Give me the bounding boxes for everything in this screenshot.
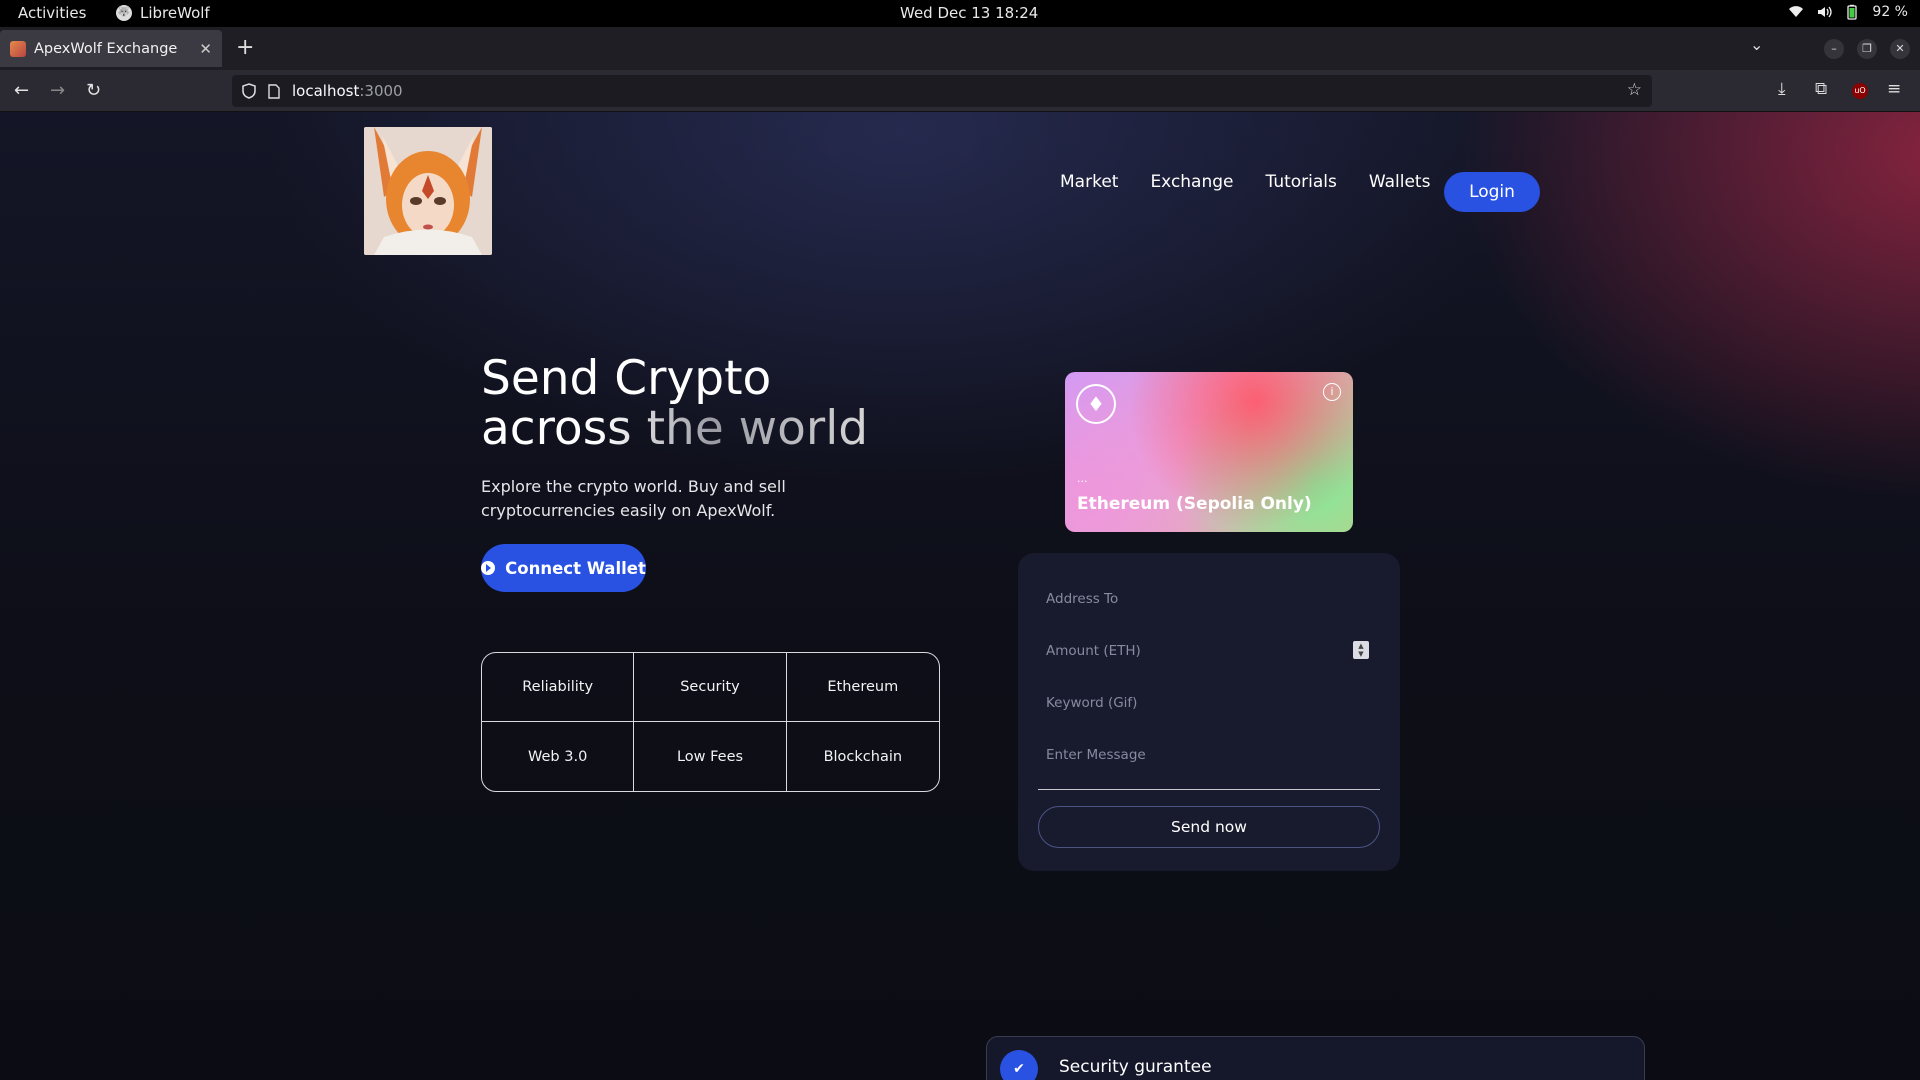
hero-title-line2: across the world [481,401,869,456]
list-tabs-chevron-icon[interactable]: ⌄ [1750,35,1763,54]
wolf-avatar-image [364,127,492,255]
webpage: Market Exchange Tutorials Wallets Login … [0,112,1920,1080]
feature-blockchain: Blockchain [823,748,903,765]
url-port: :3000 [359,82,403,100]
feature-low-fees: Low Fees [634,722,787,791]
app-name: LibreWolf [140,4,210,22]
form-divider [1038,789,1380,790]
connect-wallet-button[interactable]: Connect Wallet [481,544,646,592]
menu-hamburger-icon[interactable]: ≡ [1887,79,1901,99]
features-grid: Reliability Security Ethereum Web 3.0 Lo… [481,652,940,792]
hero-subtitle: Explore the crypto world. Buy and sell c… [481,477,786,520]
feature-ethereum: Ethereum [786,653,939,722]
address-bar[interactable]: localhost :3000 ☆ [232,75,1652,107]
apexwolf-logo[interactable] [364,127,492,255]
hero-title-line1: Send Crypto [481,351,772,406]
ublock-origin-icon[interactable]: uO [1852,83,1868,99]
send-form: Address To Amount (ETH) ▲ ▼ Keyword (Gif)… [1018,553,1400,871]
network-label: Ethereum (Sepolia Only) [1077,494,1312,514]
shield-check-icon: ✔ [1000,1050,1038,1080]
ethereum-icon: ♦ [1076,384,1116,424]
app-menu[interactable]: 🐺 LibreWolf [116,4,210,22]
bookmark-star-icon[interactable]: ☆ [1627,80,1642,100]
back-arrow-icon[interactable]: ← [14,80,29,101]
nav-exchange[interactable]: Exchange [1150,172,1233,192]
extensions-icon[interactable]: ⧉ [1815,79,1827,99]
battery-percent: 92 % [1872,4,1908,20]
connect-wallet-label: Connect Wallet [505,558,646,578]
tab-apexwolf[interactable]: ApexWolf Exchange ✕ [0,30,222,67]
wallet-address: ... [1077,472,1088,485]
nav-tutorials[interactable]: Tutorials [1266,172,1337,192]
security-guarantee-card: ✔ Security gurantee [986,1036,1645,1080]
info-icon[interactable]: i [1323,383,1341,401]
downloads-icon[interactable]: ⤓ [1778,79,1786,99]
page-info-icon[interactable] [268,83,280,99]
activities-button[interactable]: Activities [18,4,86,22]
ethereum-card: ♦ i ... Ethereum (Sepolia Only) [1065,372,1353,532]
browser-toolbar: ← → ↻ localhost :3000 ☆ ⤓ ⧉ uO ≡ [0,70,1920,112]
battery-icon [1847,4,1858,20]
shield-icon[interactable] [242,83,256,99]
main-nav: Market Exchange Tutorials Wallets [1060,172,1430,192]
tab-bar: ApexWolf Exchange ✕ + ⌄ – ❐ ✕ [0,27,1920,70]
reload-icon[interactable]: ↻ [86,80,101,101]
nav-wallets[interactable]: Wallets [1369,172,1431,192]
new-tab-button[interactable]: + [236,35,254,60]
play-circle-icon [481,561,496,575]
feature-web3: Web 3.0 [482,722,635,791]
minimize-icon[interactable]: – [1824,39,1844,59]
forward-arrow-icon[interactable]: → [50,80,65,101]
feature-reliability: Reliability [482,653,635,722]
restore-icon[interactable]: ❐ [1857,39,1877,59]
send-now-button[interactable]: Send now [1038,806,1380,848]
hero-title: Send Crypto across the world [481,354,868,454]
keyword-input[interactable]: Keyword (Gif) [1046,695,1376,711]
login-button[interactable]: Login [1444,172,1540,212]
nav-market[interactable]: Market [1060,172,1118,192]
address-to-input[interactable]: Address To [1046,591,1376,607]
tab-title: ApexWolf Exchange [34,40,178,57]
system-tray[interactable]: 92 % [1788,4,1908,20]
system-top-bar: Activities 🐺 LibreWolf Wed Dec 13 18:24 … [0,0,1920,27]
security-title: Security gurantee [1059,1057,1212,1077]
message-input[interactable]: Enter Message [1046,747,1376,763]
close-window-icon[interactable]: ✕ [1890,39,1910,59]
librewolf-icon: 🐺 [116,5,132,21]
url-host: localhost [292,82,360,100]
tab-close-icon[interactable]: ✕ [199,40,212,58]
site-favicon-icon [10,40,26,57]
feature-security: Security [634,653,787,722]
clock[interactable]: Wed Dec 13 18:24 [900,4,1038,22]
volume-icon [1818,6,1833,18]
amount-input[interactable]: Amount (ETH) [1046,643,1376,659]
wifi-icon [1789,6,1804,17]
amount-stepper[interactable]: ▲ ▼ [1353,641,1369,659]
